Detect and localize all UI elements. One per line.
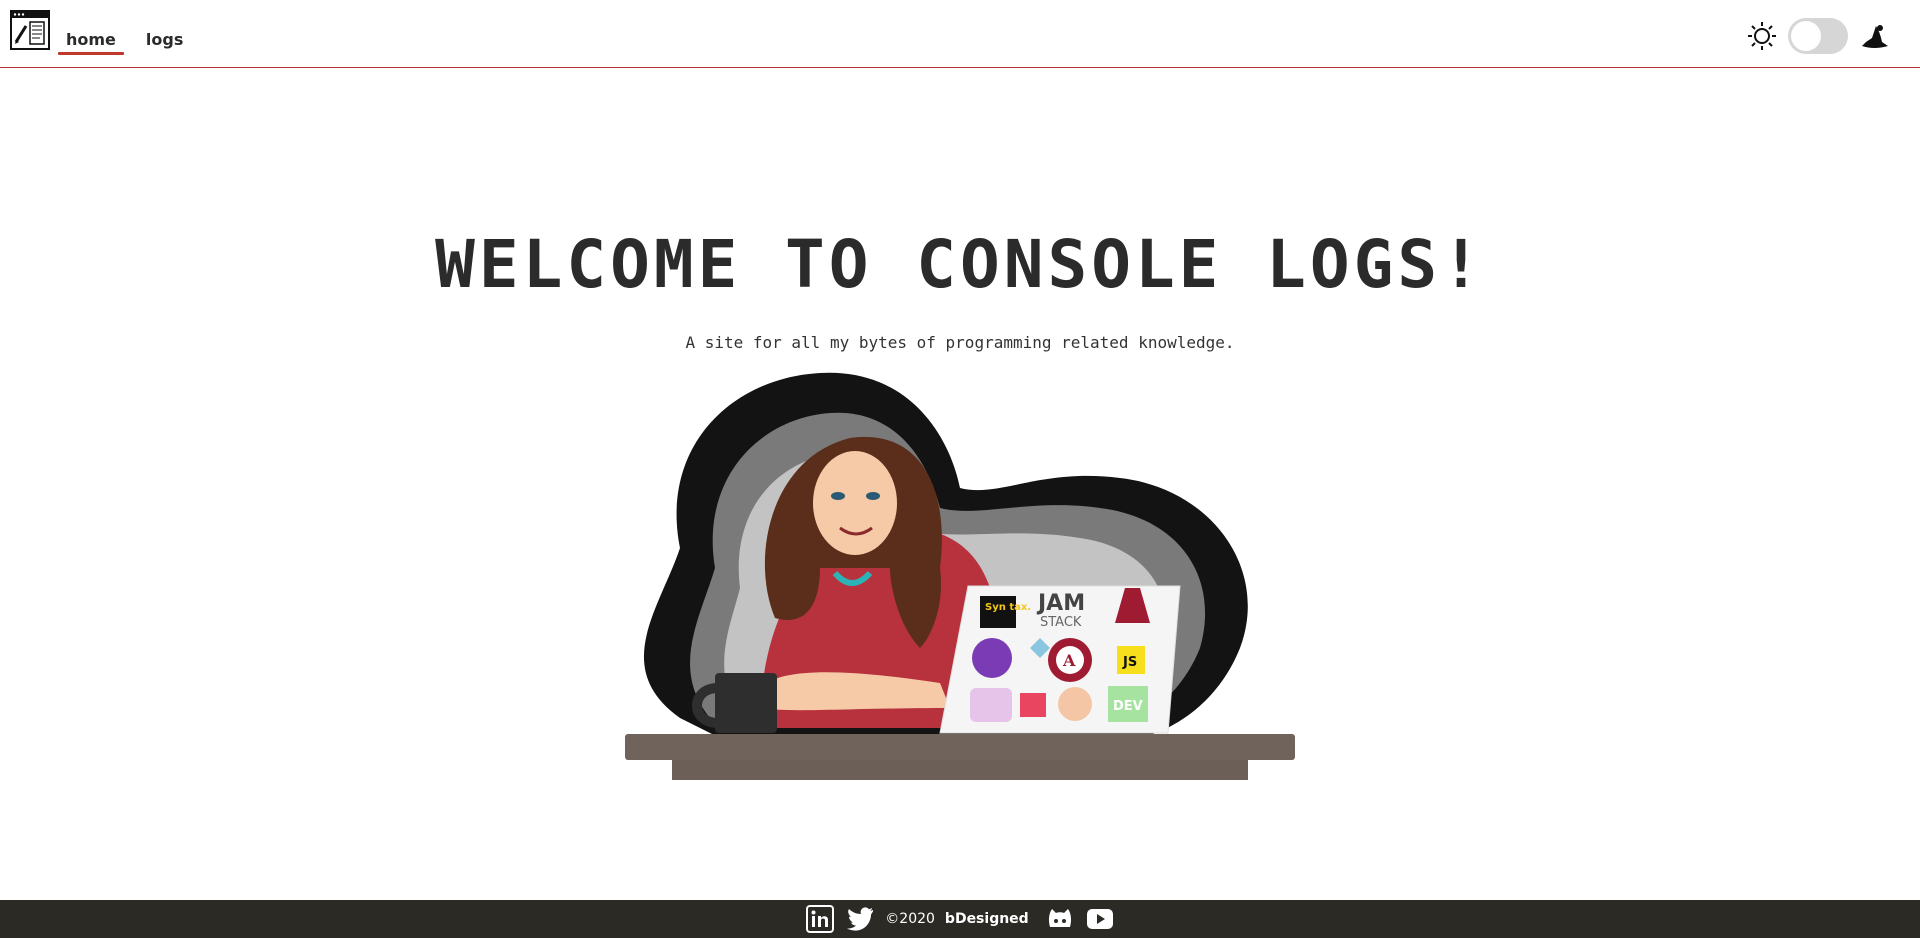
linkedin-icon[interactable]	[805, 904, 835, 934]
hero-illustration: Syn tax. JAM STACK A JS DEV	[620, 368, 1300, 788]
page-subtitle: A site for all my bytes of programming r…	[685, 333, 1235, 352]
sticker-stack: STACK	[1040, 615, 1082, 630]
console-window-logo-icon[interactable]	[10, 10, 50, 50]
twitter-icon[interactable]	[845, 904, 875, 934]
footer-brand[interactable]: bDesigned	[945, 911, 1029, 927]
witch-hat-moon-icon	[1858, 20, 1890, 52]
page-title: WELCOME TO CONSOLE LOGS!	[435, 226, 1485, 303]
sticker-jam: JAM	[1036, 591, 1085, 616]
site-footer: ©2020 bDesigned	[0, 900, 1920, 938]
main-nav: home logs	[58, 20, 205, 55]
github-icon[interactable]	[1045, 904, 1075, 934]
sticker-js: JS	[1122, 655, 1137, 670]
desk-top	[625, 734, 1295, 760]
site-header: home logs	[0, 0, 1920, 68]
sun-icon	[1746, 20, 1778, 52]
desk-base	[672, 760, 1248, 780]
footer-copyright: ©2020	[885, 911, 935, 927]
svg-text:A: A	[1062, 651, 1076, 670]
person-face	[813, 451, 897, 555]
theme-switcher	[1746, 18, 1890, 54]
nav-logs-link[interactable]: logs	[138, 20, 191, 55]
sticker-dev: DEV	[1113, 699, 1143, 714]
youtube-icon[interactable]	[1085, 904, 1115, 934]
sticker-jam-circle	[972, 638, 1012, 678]
sticker-syntax: Syn tax.	[985, 602, 1031, 613]
nav-home-link[interactable]: home	[58, 20, 124, 55]
coffee-mug	[715, 673, 777, 733]
theme-toggle-knob	[1791, 21, 1821, 51]
theme-toggle[interactable]	[1788, 18, 1848, 54]
